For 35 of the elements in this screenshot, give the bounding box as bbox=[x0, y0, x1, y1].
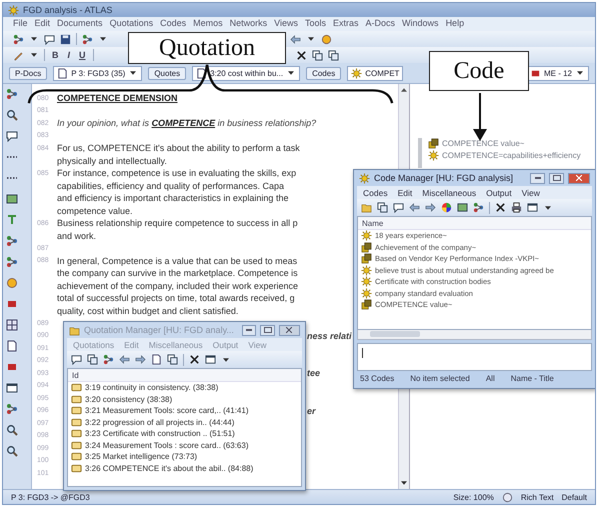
window-title: Quotation Manager [HU: FGD analy... bbox=[84, 325, 234, 335]
document-text: the company can survive in the marketplace. Competence is bbox=[57, 268, 298, 278]
document-text: competence value. bbox=[57, 206, 133, 216]
document-text: physically and intellectually. bbox=[57, 156, 167, 166]
document-text: total of successful projects on time, total awards received, g bbox=[57, 293, 295, 304]
document-text: er bbox=[307, 406, 316, 416]
status-text: All bbox=[486, 374, 495, 382]
status-text: 53 Codes bbox=[360, 374, 394, 382]
document-text: For instance, competence is use in evaluating the skills, exp bbox=[57, 168, 296, 178]
status-text: Size: 100% bbox=[453, 492, 494, 502]
document-text: Business relationship require competence to success in all p bbox=[57, 218, 298, 228]
document-text: tee bbox=[307, 368, 320, 378]
document-text: quality, cost within budget and client satisfied. bbox=[57, 306, 238, 316]
dropdown-value: P 3: FGD3 (35) bbox=[71, 68, 126, 78]
document-text: ness relati bbox=[307, 330, 352, 341]
status-text: P 3: FGD3 -> @FGD3 bbox=[11, 492, 90, 502]
document-text: In general, Competence is a value that can be used to meas bbox=[57, 256, 298, 266]
document-text: COMPETENCE DEMENSION bbox=[57, 93, 178, 104]
document-text: and efficiency is important characteristics in explaining the bbox=[57, 193, 288, 204]
document-text: For us, COMPETENCE it's about the ability to perform a task bbox=[57, 143, 300, 154]
status-text: Name - Title bbox=[510, 374, 554, 382]
dropdown-value: COMPET bbox=[365, 68, 400, 78]
document-text: capabilities, efficiency and quality of performances. Capa bbox=[57, 180, 284, 191]
window-title: FGD analysis - ATLAS bbox=[23, 5, 112, 15]
callout-label: Code bbox=[429, 51, 529, 91]
status-text: No item selected bbox=[410, 374, 470, 382]
dropdown-value: ME - 12 bbox=[544, 68, 572, 78]
document-text: achievement of the company, included their work experience bbox=[57, 280, 298, 291]
callout-label: Quotation bbox=[128, 32, 286, 64]
document-text: and work. bbox=[57, 230, 96, 241]
status-text: Rich Text bbox=[520, 492, 554, 502]
window-title: Code Manager [HU: FGD analysis] bbox=[374, 173, 514, 183]
document-text: In your opinion, what is COMPETENCE in business relationship? bbox=[57, 118, 316, 128]
dropdown-value: 3:20 cost within bu... bbox=[210, 68, 284, 78]
status-text: Default bbox=[562, 492, 587, 502]
